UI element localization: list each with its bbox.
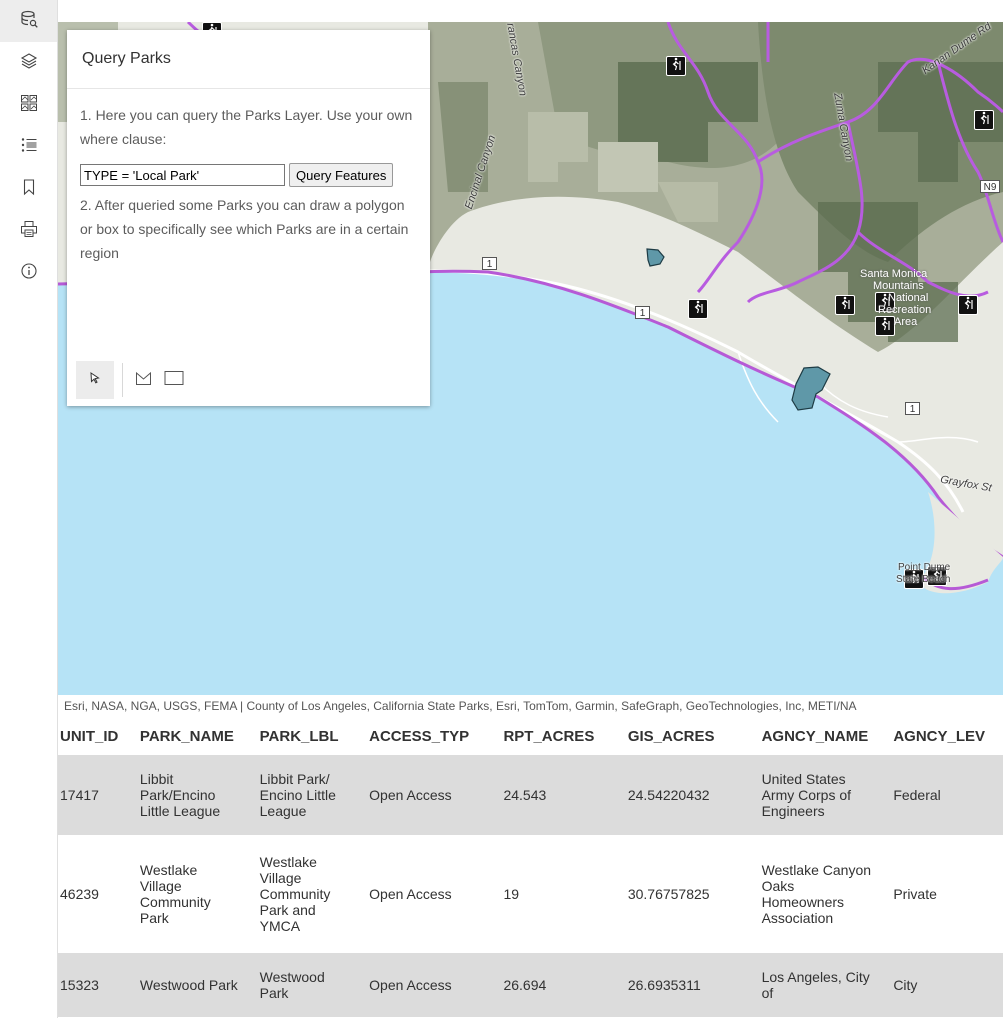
table-cell: 17417	[58, 755, 130, 835]
trailhead-marker[interactable]	[666, 56, 686, 76]
legend-icon	[20, 136, 38, 159]
rectangle-tool-button[interactable]	[159, 361, 189, 399]
column-header[interactable]: GIS_ACRES	[617, 717, 752, 755]
trailhead-marker[interactable]	[688, 299, 708, 319]
table-cell: Westlake Canyon Oaks Homeowners Associat…	[751, 835, 884, 953]
table-cell: Los Angeles, City of	[751, 953, 884, 1017]
table-header-row: UNIT_ID PARK_NAME PARK_LBL ACCESS_TYP RP…	[58, 717, 1003, 755]
column-header[interactable]: RPT_ACRES	[493, 717, 618, 755]
query-parks-panel: Query Parks 1. Here you can query the Pa…	[67, 30, 430, 406]
select-tool-button[interactable]	[76, 361, 114, 399]
polygon-icon	[135, 370, 153, 391]
about-tool-button[interactable]	[0, 252, 57, 294]
trailhead-marker[interactable]	[974, 110, 994, 130]
widget-toolbar	[0, 0, 58, 1018]
basemap-gallery-button[interactable]	[0, 84, 57, 126]
highway-shield: N9	[980, 180, 1000, 193]
query-tool-button[interactable]	[0, 0, 57, 42]
map-label: State Beach	[896, 574, 951, 585]
hiking-icon	[838, 296, 852, 315]
rectangle-icon	[164, 370, 184, 391]
column-header[interactable]: AGNCY_LEV	[883, 717, 1003, 755]
map-label: Mountains	[873, 280, 924, 292]
trailhead-marker[interactable]	[958, 295, 978, 315]
hiking-icon	[669, 57, 683, 76]
table-cell: 26.694	[493, 953, 618, 1017]
hiking-icon	[691, 300, 705, 319]
column-header[interactable]: AGNCY_NAME	[751, 717, 884, 755]
table-cell: Libbit Park/ Encino Little League	[249, 755, 360, 835]
layers-tool-button[interactable]	[0, 42, 57, 84]
print-icon	[20, 220, 38, 243]
table-cell: Westlake Village Community Park and YMCA	[249, 835, 360, 953]
trailhead-marker[interactable]	[875, 316, 895, 336]
bookmark-icon	[20, 178, 38, 201]
table-cell: Open Access	[359, 755, 494, 835]
table-cell: 15323	[58, 953, 130, 1017]
hiking-icon	[878, 317, 892, 336]
table-cell: Open Access	[359, 835, 494, 953]
table-cell: Westwood Park	[249, 953, 360, 1017]
table-cell: City	[883, 953, 1003, 1017]
table-row[interactable]: 17417 Libbit Park/Encino Little League L…	[58, 755, 1003, 835]
query-icon	[20, 10, 38, 33]
highway-shield: 1	[905, 402, 920, 415]
info-icon	[20, 262, 38, 285]
column-header[interactable]: UNIT_ID	[58, 717, 130, 755]
table-cell: 19	[493, 835, 618, 953]
column-header[interactable]: PARK_LBL	[249, 717, 360, 755]
column-header[interactable]: PARK_NAME	[129, 717, 250, 755]
table-cell: Westwood Park	[129, 953, 250, 1017]
sketch-toolbar	[76, 361, 189, 399]
table-row[interactable]: 46239 Westlake Village Community Park We…	[58, 835, 1003, 953]
polygon-tool-button[interactable]	[129, 361, 159, 399]
table-row[interactable]: 15323 Westwood Park Westwood Park Open A…	[58, 953, 1003, 1017]
select-cursor-icon	[89, 371, 101, 389]
highway-shield: 1	[635, 306, 650, 319]
basemap-gallery-icon	[20, 94, 38, 117]
map-attribution[interactable]: Esri, NASA, NGA, USGS, FEMA | County of …	[58, 695, 1003, 717]
trailhead-marker[interactable]	[835, 295, 855, 315]
map-label: National	[888, 292, 929, 304]
panel-title: Query Parks	[67, 30, 430, 89]
draw-instructions: 2. After queried some Parks you can draw…	[80, 197, 409, 261]
table-cell: Libbit Park/Encino Little League	[129, 755, 250, 835]
table-cell: 30.76757825	[617, 835, 752, 953]
print-tool-button[interactable]	[0, 210, 57, 252]
feature-table: UNIT_ID PARK_NAME PARK_LBL ACCESS_TYP RP…	[58, 717, 1003, 1018]
table-cell: 26.6935311	[617, 953, 752, 1017]
query-features-button[interactable]: Query Features	[289, 163, 394, 187]
hiking-icon	[961, 296, 975, 315]
table-cell: 24.54220432	[617, 755, 752, 835]
bookmarks-tool-button[interactable]	[0, 168, 57, 210]
table-cell: Private	[883, 835, 1003, 953]
table-cell: 24.543	[493, 755, 618, 835]
map-label: Area	[894, 316, 918, 328]
highway-shield: 1	[482, 257, 497, 270]
column-header[interactable]: ACCESS_TYP	[359, 717, 494, 755]
hiking-icon	[977, 111, 991, 130]
table-cell: Westlake Village Community Park	[129, 835, 250, 953]
table-cell: Federal	[883, 755, 1003, 835]
table-cell: 46239	[58, 835, 130, 953]
map-label: Point Dume	[898, 562, 951, 573]
layers-icon	[20, 52, 38, 75]
map-label: Santa Monica	[860, 268, 928, 280]
legend-tool-button[interactable]	[0, 126, 57, 168]
table-cell: United States Army Corps of Engineers	[751, 755, 884, 835]
toolbar-divider	[122, 363, 123, 397]
map-label: Recreation	[878, 304, 932, 316]
query-instructions: 1. Here you can query the Parks Layer. U…	[80, 107, 413, 147]
where-clause-input[interactable]	[80, 164, 285, 186]
table-cell: Open Access	[359, 953, 494, 1017]
